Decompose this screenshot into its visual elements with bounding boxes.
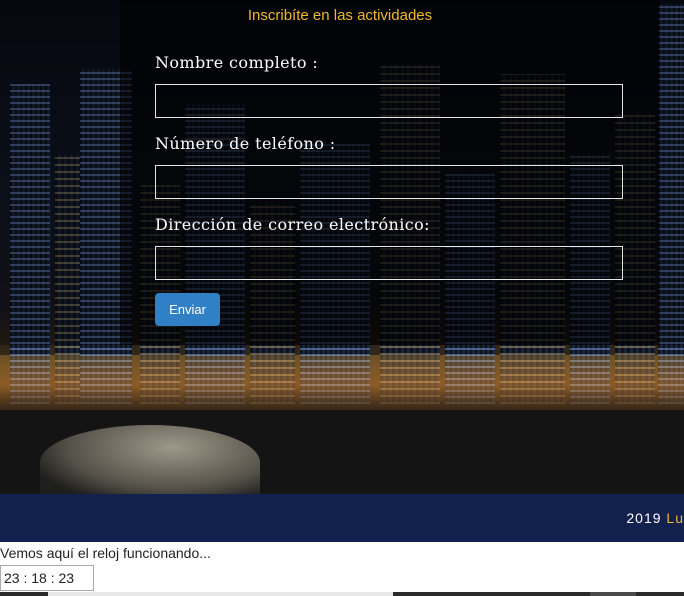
name-input[interactable] — [155, 84, 623, 118]
phone-input[interactable] — [155, 165, 623, 199]
email-input[interactable] — [155, 246, 623, 280]
email-label: Dirección de correo electrónico: — [155, 215, 430, 234]
footer-band: 2019 Lu — [0, 494, 684, 542]
submit-button[interactable]: Enviar — [155, 293, 220, 326]
horizontal-scrollbar[interactable] — [0, 592, 684, 596]
footer-gold-text: Lu — [666, 510, 684, 526]
clock-caption: Vemos aquí el reloj funcionando... — [0, 545, 211, 561]
infinity-pool-sculpture — [40, 425, 260, 494]
phone-label: Número de teléfono : — [155, 134, 336, 153]
form-title: Inscribíte en las actividades — [247, 7, 433, 24]
name-label: Nombre completo : — [155, 53, 319, 72]
scrollbar-thumb[interactable] — [48, 592, 393, 596]
footer-year: 2019 — [626, 510, 662, 526]
scrollbar-segment — [590, 592, 636, 596]
footer-text: 2019 Lu — [626, 510, 684, 526]
clock-display[interactable] — [0, 565, 94, 591]
